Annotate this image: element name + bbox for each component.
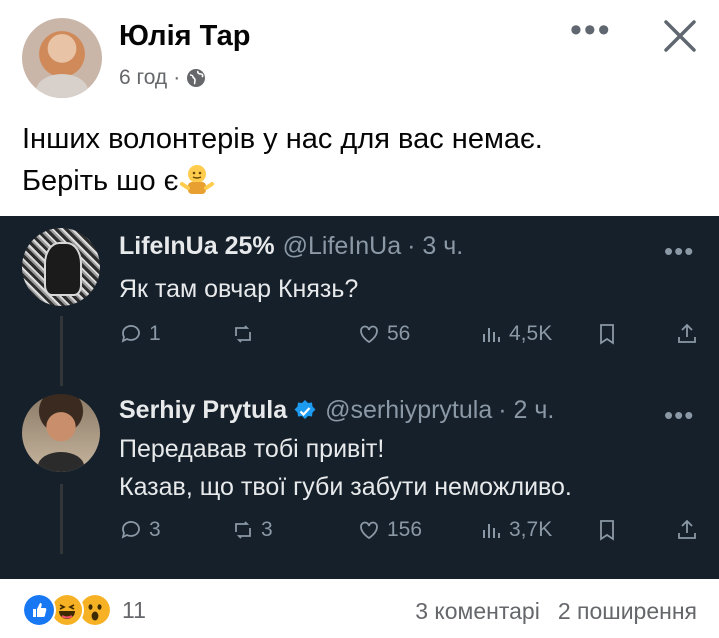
tweet-text-line: Передавав тобі привіт! (119, 435, 385, 463)
tweet-time: · 2 ч. (498, 396, 555, 424)
post-meta: 6 год · (119, 66, 206, 90)
reply-action: 3 (119, 518, 161, 542)
retweet-icon (235, 325, 251, 343)
post-time[interactable]: 6 год (119, 66, 167, 90)
tweet-text-line: Як там овчар Князь? (119, 275, 359, 303)
views-count: 3,7K (509, 518, 553, 541)
post-stats: 3 коментарі 2 поширення (415, 598, 697, 625)
post-footer: 11 3 коментарі 2 поширення (0, 579, 719, 638)
reply-action: 1 (119, 322, 161, 346)
tweet-author-handle: @LifeInUa (282, 232, 402, 260)
post-header: Юлія Тар 6 год · ••• (0, 0, 719, 110)
share-action (675, 518, 699, 542)
share-action (675, 322, 699, 346)
tweet-time: · 3 ч. (407, 232, 464, 260)
tweet-screenshot[interactable]: LifeInUa 25% @LifeInUa · 3 ч. ••• Як там… (0, 216, 719, 579)
like-action: 156 (357, 518, 422, 542)
shrug-emoji-icon (180, 165, 215, 194)
like-reaction-icon (22, 593, 56, 627)
tweet-author-name: LifeInUa 25% (119, 232, 275, 260)
author-name[interactable]: Юлія Тар (119, 20, 250, 53)
like-count: 156 (387, 518, 423, 541)
tweet-avatar-lifeinua (22, 228, 100, 306)
more-dots-icon: ••• (664, 400, 695, 430)
bookmark-icon (600, 520, 614, 541)
tweet-actions: 1 56 4,5K (119, 322, 704, 352)
bookmark-action (595, 518, 619, 542)
post-text-line-2: Беріть шо є (22, 160, 543, 202)
share-icon (678, 323, 696, 343)
tweet-text: Передавав тобі привіт! Казав, що твої гу… (119, 430, 572, 506)
tweet-text-line: Казав, що твої губи забути неможливо. (119, 473, 572, 501)
tweet-actions: 3 3 156 3,7K (119, 518, 704, 548)
like-count: 56 (387, 322, 411, 345)
thread-line (60, 316, 63, 386)
tweet-header: LifeInUa 25% @LifeInUa · 3 ч. (119, 232, 463, 261)
close-icon[interactable] (660, 16, 700, 56)
views-action: 3,7K (479, 518, 552, 542)
views-count: 4,5K (509, 322, 553, 345)
bookmark-icon (600, 324, 614, 345)
tweet-avatar-prytula (22, 394, 100, 472)
tweet-text: Як там овчар Князь? (119, 270, 358, 308)
views-action: 4,5K (479, 322, 552, 346)
heart-icon (360, 325, 378, 344)
shares-count-link[interactable]: 2 поширення (558, 598, 697, 625)
share-icon (678, 519, 696, 539)
like-action: 56 (357, 322, 410, 346)
bookmark-action (595, 322, 619, 346)
reply-count: 3 (149, 518, 161, 541)
reactions-summary[interactable]: 11 (22, 593, 146, 627)
thread-line (60, 484, 63, 554)
more-dots-icon[interactable]: ••• (570, 13, 612, 47)
more-dots-icon: ••• (664, 236, 695, 266)
verified-badge-icon (294, 399, 316, 419)
views-icon (483, 524, 500, 538)
tweet-author-name: Serhiy Prytula (119, 396, 288, 424)
heart-icon (360, 521, 378, 540)
reply-count: 1 (149, 322, 161, 345)
retweet-count: 3 (261, 518, 273, 541)
tweet-author-handle: @serhiyprytula (325, 396, 493, 424)
reply-icon (121, 325, 140, 343)
post-text-line-1: Інших волонтерів у нас для вас немає. (22, 123, 543, 155)
comments-count-link[interactable]: 3 коментарі (415, 598, 540, 625)
views-icon (483, 328, 500, 342)
post-text: Інших волонтерів у нас для вас немає. Бе… (22, 118, 543, 202)
globe-icon (187, 69, 206, 87)
tweet-header: Serhiy Prytula @serhiyprytula · 2 ч. (119, 396, 554, 425)
author-avatar[interactable] (22, 18, 102, 98)
reaction-count: 11 (122, 596, 146, 623)
meta-separator: · (173, 66, 181, 89)
post-text-line-2-label: Беріть шо є (22, 165, 179, 197)
reply-icon (121, 521, 140, 539)
retweet-action (231, 322, 261, 346)
retweet-icon (235, 521, 251, 539)
retweet-action: 3 (231, 518, 273, 542)
